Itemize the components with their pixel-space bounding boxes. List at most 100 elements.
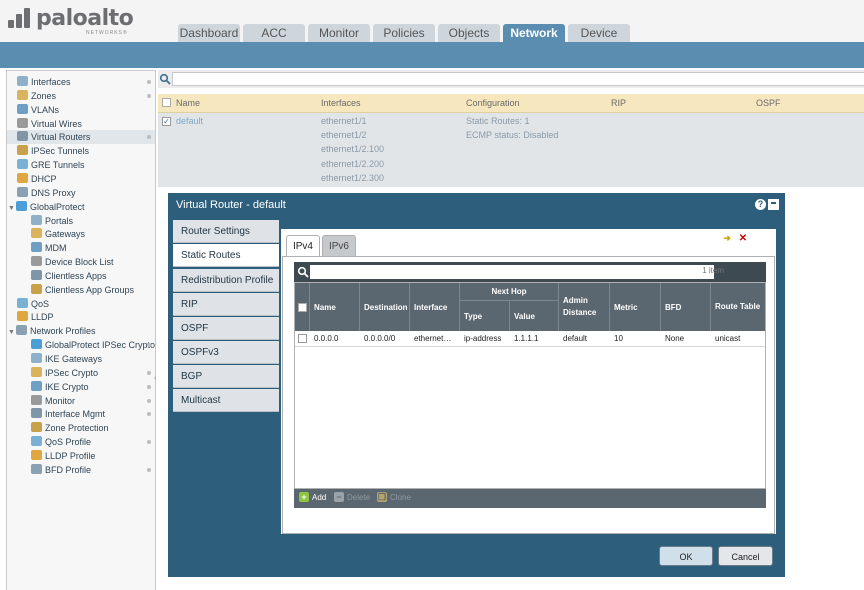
col-value[interactable]: Value bbox=[510, 301, 559, 331]
sidebar-item-interface-mgmt[interactable]: Interface Mgmt bbox=[7, 407, 155, 421]
sidebar-item-virtual-wires[interactable]: Virtual Wires bbox=[7, 117, 155, 131]
maximize-icon[interactable] bbox=[768, 199, 779, 210]
col-name[interactable]: Name bbox=[176, 98, 200, 108]
cancel-button[interactable]: Cancel bbox=[718, 546, 773, 566]
col-destination[interactable]: Destination bbox=[360, 283, 410, 331]
virtual-routers-icon bbox=[17, 131, 28, 142]
select-all-checkbox[interactable] bbox=[162, 98, 171, 107]
tab-network[interactable]: Network bbox=[503, 24, 565, 42]
col-admin-distance[interactable]: Admin Distance bbox=[559, 283, 610, 331]
clone-button[interactable]: ❐ Clone bbox=[377, 492, 411, 502]
sidebar-item-interfaces[interactable]: Interfaces bbox=[7, 75, 155, 89]
lldp-icon bbox=[17, 311, 28, 322]
sidebar-item-mdm[interactable]: MDM bbox=[7, 241, 155, 255]
col-rip[interactable]: RIP bbox=[611, 98, 626, 108]
col-configuration[interactable]: Configuration bbox=[466, 98, 520, 108]
vtab-ospfv3[interactable]: OSPFv3 bbox=[173, 341, 279, 364]
sidebar-item-monitor[interactable]: Monitor bbox=[7, 394, 155, 408]
vtab-static-routes[interactable]: Static Routes bbox=[173, 244, 279, 267]
sidebar-item-gateways[interactable]: Gateways bbox=[7, 227, 155, 241]
col-bfd[interactable]: BFD bbox=[661, 283, 711, 331]
col-ospf[interactable]: OSPF bbox=[756, 98, 781, 108]
vtab-router-settings[interactable]: Router Settings bbox=[173, 220, 279, 243]
header-bar bbox=[0, 42, 864, 68]
sidebar-item-lldp[interactable]: LLDP bbox=[7, 310, 155, 324]
cell-name: 0.0.0.0 bbox=[314, 334, 339, 343]
status-dot-icon bbox=[147, 398, 151, 403]
sidebar-item-network-profiles[interactable]: ▼ Network Profiles bbox=[7, 324, 155, 338]
sidebar-item-zones[interactable]: Zones bbox=[7, 89, 155, 103]
sidebar-splitter[interactable]: ‹ bbox=[154, 375, 160, 387]
sidebar-item-label: IKE Crypto bbox=[45, 381, 89, 392]
tab-acc[interactable]: ACC bbox=[243, 24, 305, 42]
network-profiles-icon bbox=[16, 325, 27, 336]
sidebar-item-ike-crypto[interactable]: IKE Crypto bbox=[7, 380, 155, 394]
delete-button[interactable]: − Delete bbox=[334, 492, 370, 502]
col-interfaces[interactable]: Interfaces bbox=[321, 98, 361, 108]
sidebar-item-lldp-profile[interactable]: LLDP Profile bbox=[7, 449, 155, 463]
vtab-redistribution-profile[interactable]: Redistribution Profile bbox=[173, 269, 279, 292]
vtab-ospf[interactable]: OSPF bbox=[173, 317, 279, 340]
vtab-bgp[interactable]: BGP bbox=[173, 365, 279, 388]
col-type[interactable]: Type bbox=[460, 301, 510, 331]
help-icon[interactable]: ? bbox=[755, 199, 766, 210]
row-checkbox[interactable] bbox=[298, 334, 307, 343]
route-search-input[interactable] bbox=[310, 265, 714, 279]
vtab-rip[interactable]: RIP bbox=[173, 293, 279, 316]
sidebar-item-ipsec-tunnels[interactable]: IPSec Tunnels bbox=[7, 144, 155, 158]
col-name[interactable]: Name bbox=[310, 283, 360, 331]
row-checkbox[interactable]: ✓ bbox=[162, 117, 171, 126]
tab-ipv6[interactable]: IPv6 bbox=[322, 235, 356, 256]
tab-device[interactable]: Device bbox=[568, 24, 630, 42]
select-all-checkbox[interactable] bbox=[297, 302, 307, 312]
sidebar-item-qos-profile[interactable]: QoS Profile bbox=[7, 435, 155, 449]
sidebar-item-qos[interactable]: QoS bbox=[7, 297, 155, 311]
add-button[interactable]: + Add bbox=[299, 492, 326, 502]
sidebar-item-globalprotect-ipsec-crypto[interactable]: GlobalProtect IPSec Crypto bbox=[7, 338, 155, 352]
sidebar-item-zone-protection[interactable]: Zone Protection bbox=[7, 421, 155, 435]
sidebar-item-vlans[interactable]: VLANs bbox=[7, 103, 155, 117]
sidebar-item-label: Device Block List bbox=[45, 257, 114, 268]
clear-filter-icon[interactable]: ✕ bbox=[737, 232, 749, 245]
clone-icon: ❐ bbox=[377, 492, 387, 502]
col-interface[interactable]: Interface bbox=[410, 283, 460, 331]
vtab-multicast[interactable]: Multicast bbox=[173, 389, 279, 412]
col-metric[interactable]: Metric bbox=[610, 283, 661, 331]
table-row[interactable]: ✓ default ethernet1/1 ethernet1/2 ethern… bbox=[158, 113, 864, 187]
sidebar-item-ipsec-crypto[interactable]: IPSec Crypto bbox=[7, 366, 155, 380]
grid-search-bar: 1 item bbox=[294, 262, 766, 282]
tab-policies[interactable]: Policies bbox=[373, 24, 435, 42]
sidebar-item-portals[interactable]: Portals bbox=[7, 214, 155, 228]
clientless-apps-icon bbox=[31, 269, 42, 280]
sidebar-item-dhcp[interactable]: DHCP bbox=[7, 172, 155, 186]
tab-ipv4[interactable]: IPv4 bbox=[286, 235, 320, 257]
router-name-link[interactable]: default bbox=[176, 116, 203, 126]
sidebar-item-ike-gateways[interactable]: IKE Gateways bbox=[7, 352, 155, 366]
search-input[interactable] bbox=[172, 72, 864, 86]
sidebar-item-label: Interface Mgmt bbox=[45, 409, 106, 420]
ok-button[interactable]: OK bbox=[659, 546, 713, 566]
sidebar-item-label: Network Profiles bbox=[30, 326, 96, 337]
sidebar-item-gre-tunnels[interactable]: GRE Tunnels bbox=[7, 158, 155, 172]
clientless-app-groups-icon bbox=[31, 283, 42, 294]
sidebar-item-dns-proxy[interactable]: DNS Proxy bbox=[7, 186, 155, 200]
search-icon bbox=[159, 73, 171, 85]
cell-route-table: unicast bbox=[715, 334, 741, 343]
virtual-wires-icon bbox=[17, 117, 28, 128]
sidebar-item-clientless-app-groups[interactable]: Clientless App Groups bbox=[7, 283, 155, 297]
sidebar-item-virtual-routers[interactable]: Virtual Routers bbox=[7, 130, 155, 145]
interface-cell: ethernet1/1 bbox=[321, 116, 367, 126]
zones-icon bbox=[17, 89, 28, 100]
tab-objects[interactable]: Objects bbox=[438, 24, 500, 42]
sidebar-item-device-block-list[interactable]: Device Block List bbox=[7, 255, 155, 269]
sidebar-item-bfd-profile[interactable]: BFD Profile bbox=[7, 463, 155, 477]
col-route-table[interactable]: Route Table bbox=[711, 283, 765, 331]
tab-monitor[interactable]: Monitor bbox=[308, 24, 370, 42]
sidebar-item-label: QoS Profile bbox=[45, 437, 92, 448]
cell-admin-distance: default bbox=[563, 334, 588, 343]
tab-dashboard[interactable]: Dashboard bbox=[178, 24, 240, 42]
sidebar-item-clientless-apps[interactable]: Clientless Apps bbox=[7, 269, 155, 283]
delete-label: Delete bbox=[347, 492, 371, 502]
apply-filter-icon[interactable]: ➜ bbox=[721, 232, 733, 245]
sidebar-item-globalprotect[interactable]: ▼ GlobalProtect bbox=[7, 200, 155, 214]
